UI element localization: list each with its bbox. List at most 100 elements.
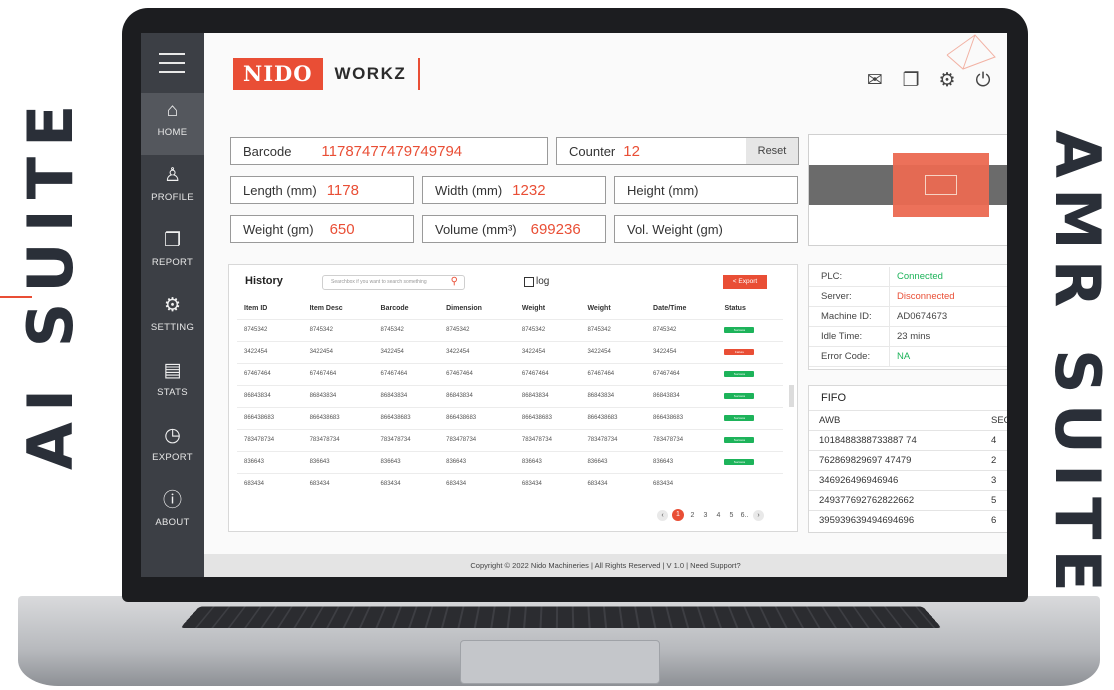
fifo-awb: 346926496946946 <box>819 475 899 486</box>
prev-page-button[interactable]: ‹ <box>657 509 668 521</box>
counter-label: Counter <box>569 143 616 159</box>
fifo-awb: 762869829697 47479 <box>819 455 912 466</box>
status-badge: Success <box>724 327 755 333</box>
clock-icon: ◷ <box>164 425 181 446</box>
table-cell: 8745342 <box>580 318 647 341</box>
fifo-seq: 6 <box>991 515 997 526</box>
status-value: NA <box>897 351 911 362</box>
vol-weight-field[interactable]: Vol. Weight (gm) <box>614 215 798 243</box>
table-cell: 86843834 <box>646 384 718 407</box>
sidebar-item-export[interactable]: ◷ EXPORT <box>141 418 204 480</box>
table-cell: 67467464 <box>302 362 374 385</box>
sidebar-item-profile[interactable]: ♙ PROFILE <box>141 158 204 220</box>
detected-parcel <box>893 153 989 217</box>
length-label: Length (mm) <box>243 182 317 198</box>
vol-weight-label: Vol. Weight (gm) <box>627 221 723 237</box>
log-checkbox[interactable]: log <box>524 276 549 287</box>
height-field[interactable]: Height (mm) <box>614 176 798 204</box>
weight-field[interactable]: Weight (gm) 650 <box>230 215 414 243</box>
column-header[interactable]: Weight <box>515 299 581 319</box>
table-row[interactable]: 67467464 67467464 67467464 67467464 67467464… <box>237 362 783 385</box>
table-cell: 866438683 <box>514 406 581 429</box>
home-icon: ⌂ <box>166 100 179 121</box>
table-cell: 67467464 <box>237 362 303 385</box>
table-row[interactable]: 86843834 86843834 86843834 86843834 86843834… <box>237 384 783 407</box>
fifo-row[interactable]: 762869829697 47479 2 <box>809 450 1007 470</box>
fifo-row[interactable]: 395939639494694696 6 <box>809 510 1007 530</box>
search-icon[interactable]: ⚲ <box>451 275 458 288</box>
search-placeholder: Searchbox if you want to search somethin… <box>331 279 427 285</box>
table-scrollbar[interactable] <box>789 385 794 407</box>
table-cell: 3422454 <box>439 340 515 363</box>
column-header[interactable]: Item ID <box>237 299 303 319</box>
fifo-seq: 4 <box>991 435 997 446</box>
brand-logo: NIDO WORKZ <box>233 58 421 90</box>
table-cell: 3422454 <box>580 340 647 363</box>
table-cell: 866438683 <box>580 406 647 429</box>
sidebar-item-stats[interactable]: ▤ STATS <box>141 353 204 415</box>
table-cell: 836643 <box>646 450 718 473</box>
page-number[interactable]: 3 <box>701 512 710 519</box>
fifo-panel: FIFO AWB SEQ 1018488388733887 74 4 762869829… <box>808 385 1007 533</box>
sidebar-item-setting[interactable]: ⚙ SETTING <box>141 288 204 350</box>
reset-button[interactable]: Reset <box>746 138 798 164</box>
table-row[interactable]: 8745342 8745342 8745342 8745342 8745342 87453… <box>237 318 783 341</box>
column-header[interactable]: Date/Time <box>646 299 717 319</box>
history-table: Item ID Item Desc Barcode Dimension Weight We… <box>237 299 783 495</box>
column-header[interactable]: Weight <box>580 299 646 319</box>
fifo-row[interactable]: 249377692762822662 5 <box>809 490 1007 510</box>
gear-icon[interactable]: ⚙ <box>935 69 959 93</box>
barcode-field[interactable]: Barcode 11787477479749794 <box>230 137 548 165</box>
table-cell: 3422454 <box>514 340 581 363</box>
export-button[interactable]: < Export <box>723 275 767 289</box>
fifo-row[interactable]: 1018488388733887 74 4 <box>809 430 1007 450</box>
column-header[interactable]: Status <box>717 299 783 319</box>
length-field[interactable]: Length (mm) 1178 <box>230 176 414 204</box>
power-icon[interactable]: ⏻ <box>971 69 995 93</box>
column-header[interactable]: Item Desc <box>303 299 374 319</box>
table-row[interactable]: 836643 836643 836643 836643 836643 836643 8366… <box>237 450 783 473</box>
table-cell: 683434 <box>302 472 374 495</box>
column-header[interactable]: Barcode <box>374 299 440 319</box>
footer: Copyright © 2022 Nido Machineries | All … <box>204 554 1007 577</box>
fifo-row[interactable]: 346926496946946 3 <box>809 470 1007 490</box>
table-row[interactable]: 3422454 3422454 3422454 3422454 3422454 34224… <box>237 340 783 363</box>
mail-icon[interactable]: ✉ <box>863 69 887 93</box>
table-row[interactable]: 783478734 783478734 783478734 783478734 7834… <box>237 428 783 451</box>
page-number[interactable]: 1 <box>672 509 684 521</box>
fifo-awb: 249377692762822662 <box>819 495 915 506</box>
checkbox-box[interactable] <box>524 276 534 287</box>
column-header[interactable]: Dimension <box>439 299 515 319</box>
table-cell: 8745342 <box>439 318 515 341</box>
status-badge: Success <box>724 415 755 421</box>
sidebar: ⌂ HOME ♙ PROFILE ❐ REPORT ⚙ SETTING ▤ STATS ◷ EXPOR… <box>141 33 204 577</box>
status-badge: Success <box>724 437 755 443</box>
export-label: Export <box>738 278 758 285</box>
sidebar-item-report[interactable]: ❐ REPORT <box>141 223 204 285</box>
table-cell: 866438683 <box>646 406 718 429</box>
sidebar-item-label: EXPORT <box>152 452 193 463</box>
page-number[interactable]: 4 <box>714 512 723 519</box>
volume-field[interactable]: Volume (mm³) 699236 <box>422 215 606 243</box>
next-page-button[interactable]: › <box>753 509 764 521</box>
table-cell: 683434 <box>373 472 440 495</box>
pagination: ‹ 1 2 3 4 5 6.. › <box>657 509 764 521</box>
width-field[interactable]: Width (mm) 1232 <box>422 176 606 204</box>
page-number[interactable]: 2 <box>688 512 697 519</box>
table-cell: 86843834 <box>439 384 515 407</box>
history-search-input[interactable]: Searchbox if you want to search somethin… <box>322 275 465 290</box>
laptop-trackpad <box>460 640 660 684</box>
table-row[interactable]: 683434 683434 683434 683434 683434 683434 6834… <box>237 472 783 495</box>
table-cell: 783478734 <box>237 428 303 451</box>
table-row[interactable]: 866438683 866438683 866438683 866438683 8664… <box>237 406 783 429</box>
sidebar-item-about[interactable]: ⓘ ABOUT <box>141 483 204 545</box>
status-row: PLC: Connected <box>809 267 1007 287</box>
menu-icon[interactable] <box>159 53 185 73</box>
status-row: Server: Disconnected <box>809 287 1007 307</box>
status-badge: Failure <box>724 349 755 355</box>
table-cell: 86843834 <box>237 384 303 407</box>
page-number[interactable]: 6.. <box>740 512 749 519</box>
sidebar-item-home[interactable]: ⌂ HOME <box>141 93 204 155</box>
page-number[interactable]: 5 <box>727 512 736 519</box>
copy-icon[interactable]: ❐ <box>899 69 923 93</box>
